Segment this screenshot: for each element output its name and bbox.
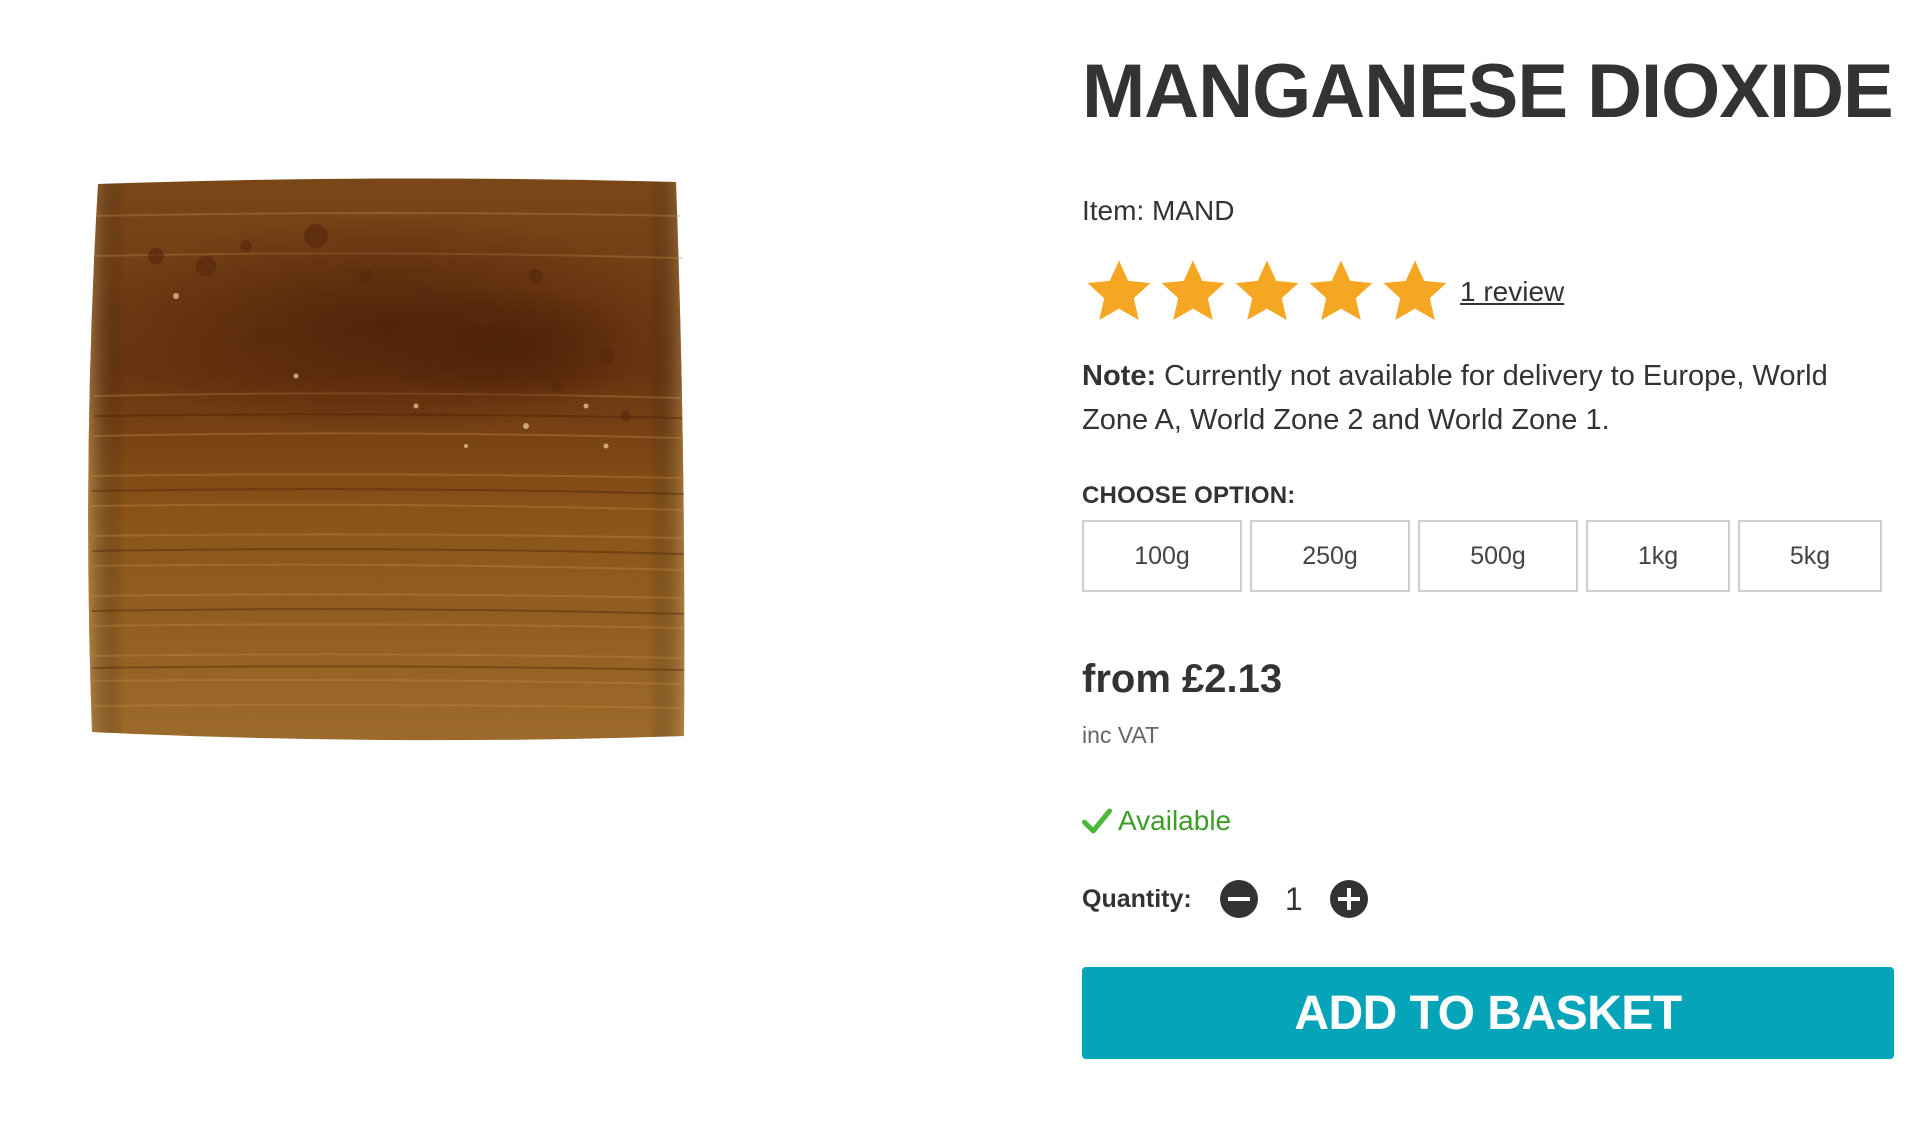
add-to-basket-button[interactable]: ADD TO BASKET (1082, 967, 1894, 1059)
rating: 1 review (1082, 254, 1898, 330)
check-icon (1082, 808, 1112, 834)
note-label: Note: (1082, 360, 1157, 392)
product-image[interactable] (86, 176, 693, 746)
star-icon (1383, 260, 1447, 321)
plus-circle-icon[interactable] (1329, 880, 1368, 918)
review-link[interactable]: 1 review (1460, 276, 1564, 308)
option-1kg[interactable]: 1kg (1586, 520, 1730, 592)
availability-status: Available (1082, 805, 1898, 837)
choose-option-label: CHOOSE OPTION: (1082, 482, 1296, 509)
product-page: MANGANESE DIOXIDE Item: MAND 1 review No… (0, 0, 1920, 1134)
delivery-note: Note: Currently not available for delive… (1082, 354, 1898, 442)
option-250g[interactable]: 250g (1250, 520, 1410, 592)
star-icon (1161, 260, 1225, 321)
star-rating (1082, 255, 1452, 329)
note-text: Currently not available for delivery to … (1082, 360, 1828, 436)
price: from £2.13 (1082, 657, 1283, 701)
star-icon (1087, 260, 1151, 321)
availability-text: Available (1118, 805, 1232, 836)
glazed-tile-image (86, 178, 686, 741)
option-500g[interactable]: 500g (1418, 520, 1578, 592)
vat-label: inc VAT (1082, 722, 1160, 748)
product-details: MANGANESE DIOXIDE Item: MAND 1 review No… (1082, 50, 1898, 1059)
option-5kg[interactable]: 5kg (1738, 520, 1882, 592)
option-100g[interactable]: 100g (1082, 520, 1242, 592)
quantity-label: Quantity: (1082, 884, 1192, 913)
item-code: Item: MAND (1082, 195, 1235, 226)
product-title: MANGANESE DIOXIDE (1082, 49, 1894, 134)
quantity-stepper: Quantity: 1 (1082, 875, 1898, 923)
option-selector: 100g 250g 500g 1kg 5kg (1082, 520, 1898, 592)
star-icon (1235, 260, 1299, 321)
star-icon (1309, 260, 1373, 321)
minus-circle-icon[interactable] (1219, 880, 1258, 918)
quantity-value[interactable]: 1 (1258, 881, 1330, 918)
